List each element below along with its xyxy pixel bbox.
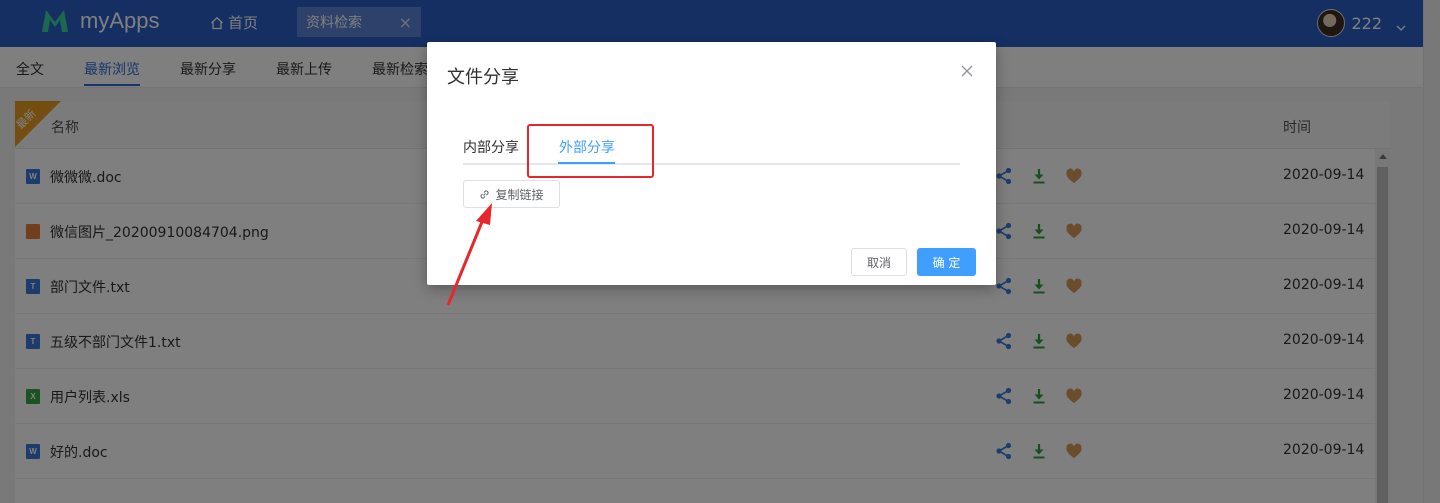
annotation-arrow-icon (446, 203, 492, 306)
dialog-title: 文件分享 (447, 67, 519, 88)
close-icon[interactable] (960, 64, 974, 78)
confirm-button[interactable]: 确 定 (917, 248, 976, 276)
cancel-button[interactable]: 取消 (851, 248, 907, 276)
share-dialog: 文件分享 内部分享 外部分享 复制链接 取消 确 定 (427, 42, 996, 285)
tab-internal-share[interactable]: 内部分享 (463, 137, 519, 157)
annotation-highlight-box (527, 124, 654, 178)
